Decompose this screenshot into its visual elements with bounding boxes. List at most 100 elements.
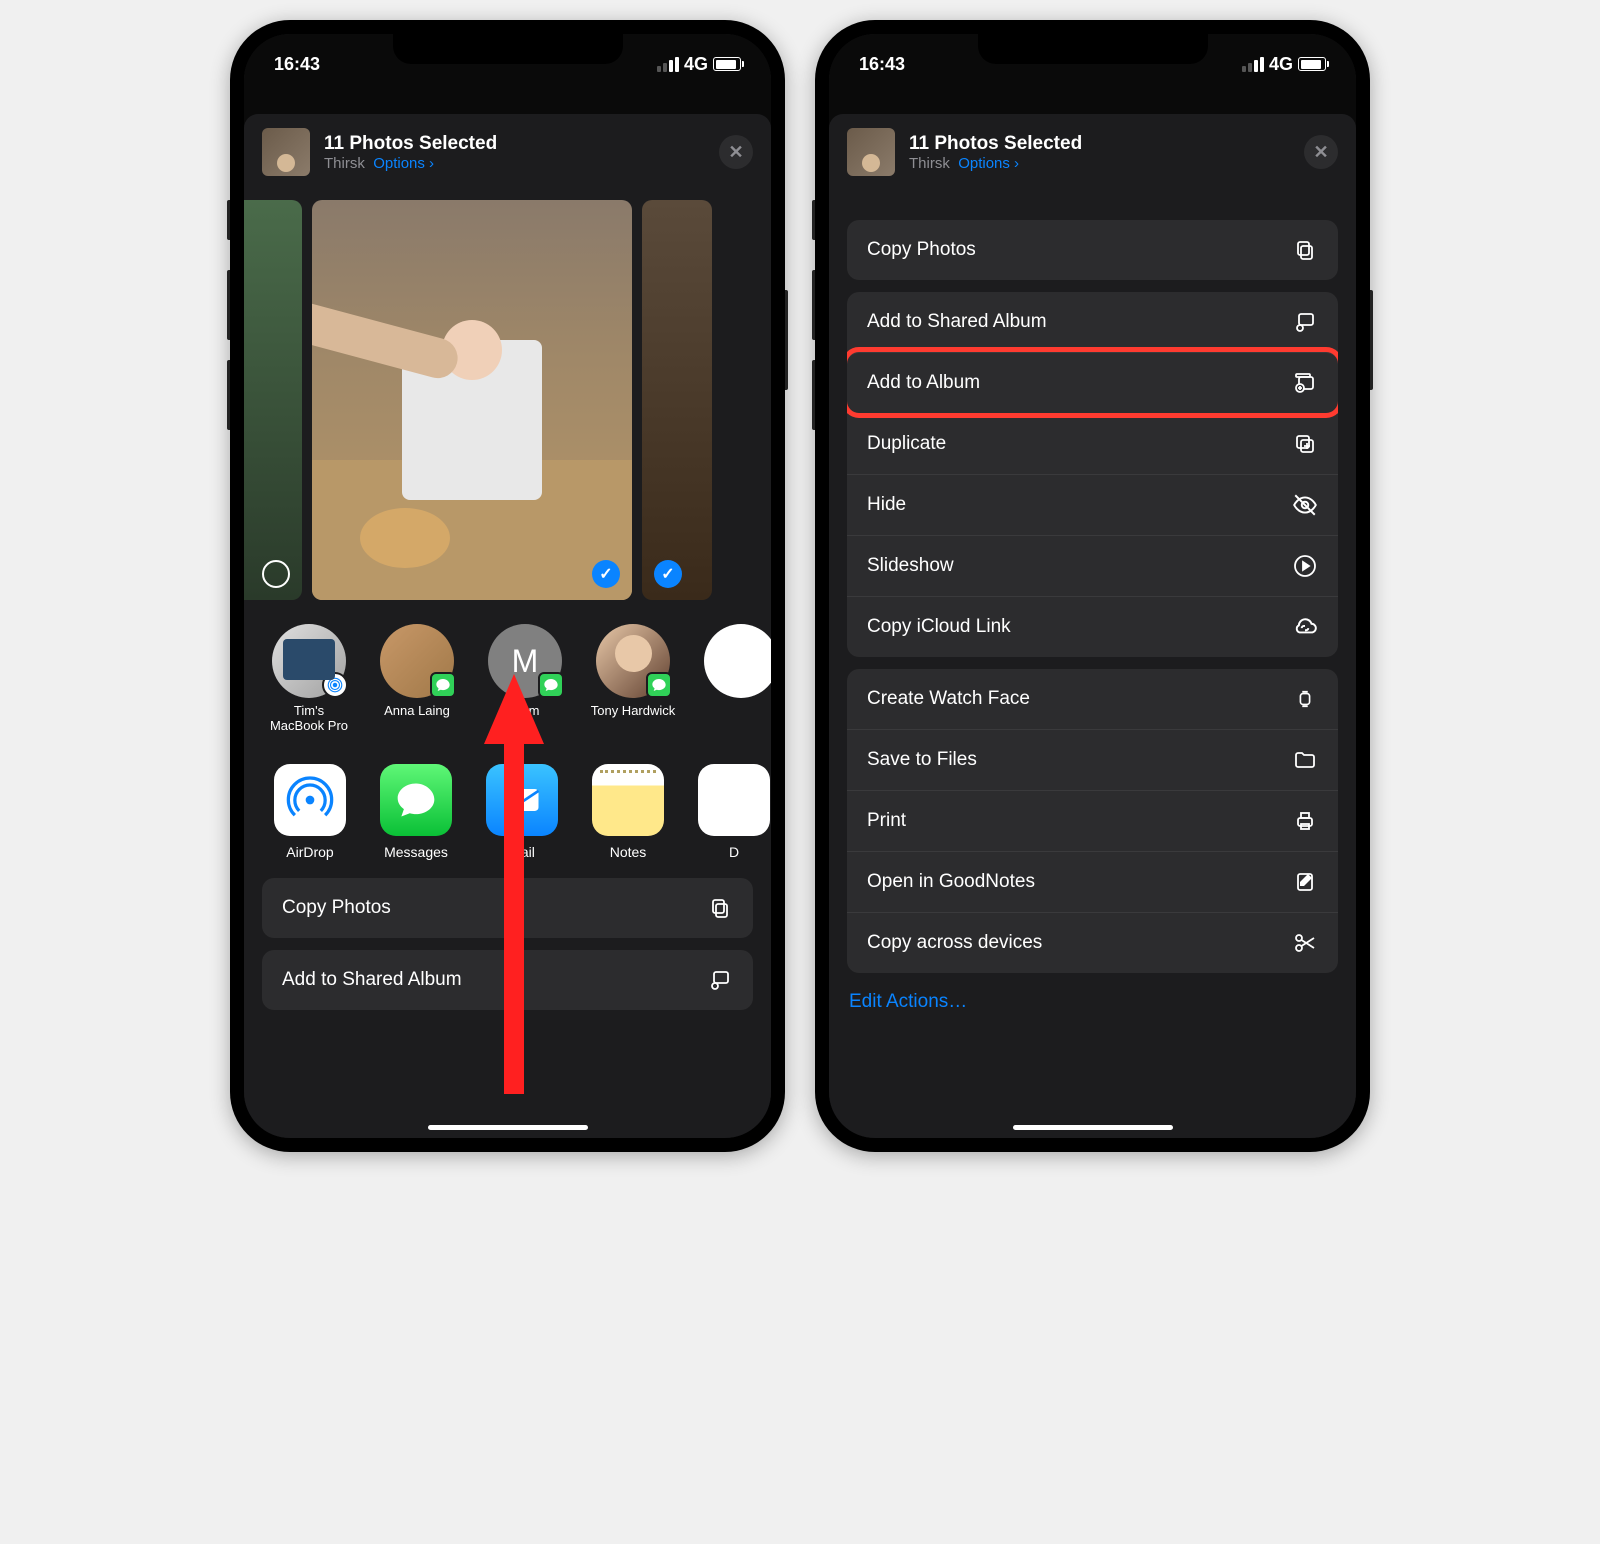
app-item-mail[interactable]: Mail bbox=[482, 764, 562, 860]
contact-item[interactable]: M Mum bbox=[482, 624, 568, 734]
folder-icon bbox=[1292, 747, 1318, 773]
action-print[interactable]: Print bbox=[847, 790, 1338, 851]
app-item-messages[interactable]: Messages bbox=[376, 764, 456, 860]
app-label: D bbox=[729, 844, 739, 860]
home-indicator[interactable] bbox=[1013, 1125, 1173, 1130]
avatar bbox=[704, 624, 771, 698]
avatar bbox=[380, 624, 454, 698]
action-add-to-album[interactable]: Add to Album bbox=[847, 352, 1338, 413]
close-button[interactable]: ✕ bbox=[1304, 135, 1338, 169]
phone-mockup-right: 16:43 4G 11 Photos Selected Thirsk Optio… bbox=[815, 20, 1370, 1152]
notes-icon bbox=[592, 764, 664, 836]
contact-item[interactable]: Tony Hardwick bbox=[590, 624, 676, 734]
header-title: 11 Photos Selected bbox=[324, 133, 705, 155]
airdrop-icon bbox=[274, 764, 346, 836]
action-label: Create Watch Face bbox=[867, 688, 1030, 710]
app-item-notes[interactable]: Notes bbox=[588, 764, 668, 860]
shared-album-icon bbox=[707, 967, 733, 993]
notch bbox=[393, 34, 623, 64]
notebook-icon bbox=[1292, 869, 1318, 895]
contact-item[interactable]: Anna Laing bbox=[374, 624, 460, 734]
status-time: 16:43 bbox=[859, 54, 905, 75]
action-open-goodnotes[interactable]: Open in GoodNotes bbox=[847, 851, 1338, 912]
notch bbox=[978, 34, 1208, 64]
scissors-icon bbox=[1292, 930, 1318, 956]
network-label: 4G bbox=[684, 54, 708, 75]
sheet-header: 11 Photos Selected Thirsk Options › ✕ bbox=[829, 114, 1356, 190]
messages-badge-icon bbox=[646, 672, 672, 698]
selection-indicator[interactable] bbox=[592, 560, 620, 588]
contact-label: Anna Laing bbox=[384, 704, 450, 719]
app-share-row[interactable]: AirDrop Messages Mail Notes bbox=[244, 744, 771, 868]
action-duplicate[interactable]: Duplicate bbox=[847, 413, 1338, 474]
app-icon bbox=[698, 764, 770, 836]
action-label: Hide bbox=[867, 494, 906, 516]
app-label: Mail bbox=[509, 844, 535, 860]
airdrop-contacts-row[interactable]: Tim's MacBook Pro Anna Laing M bbox=[244, 610, 771, 744]
contact-label: Tim's MacBook Pro bbox=[266, 704, 352, 734]
action-copy-photos[interactable]: Copy Photos bbox=[847, 220, 1338, 280]
battery-icon bbox=[713, 57, 741, 71]
action-label: Slideshow bbox=[867, 555, 954, 577]
home-indicator[interactable] bbox=[428, 1125, 588, 1130]
action-list[interactable]: Copy Photos Add to Shared Album bbox=[829, 190, 1356, 983]
share-sheet: 11 Photos Selected Thirsk Options › ✕ Co… bbox=[829, 114, 1356, 1138]
contact-label: Mum bbox=[511, 704, 540, 719]
photo-preview[interactable] bbox=[244, 200, 302, 600]
app-label: Messages bbox=[384, 844, 448, 860]
action-label: Copy Photos bbox=[867, 239, 976, 261]
duplicate-icon bbox=[1292, 431, 1318, 457]
contact-label: Tony Hardwick bbox=[591, 704, 676, 719]
link-cloud-icon bbox=[1292, 614, 1318, 640]
contact-item[interactable]: Tim's MacBook Pro bbox=[266, 624, 352, 734]
album-add-icon bbox=[1292, 370, 1318, 396]
contact-item[interactable] bbox=[698, 624, 771, 734]
messages-badge-icon bbox=[430, 672, 456, 698]
avatar bbox=[596, 624, 670, 698]
action-label: Add to Shared Album bbox=[867, 311, 1047, 333]
selection-indicator[interactable] bbox=[654, 560, 682, 588]
network-label: 4G bbox=[1269, 54, 1293, 75]
signal-icon bbox=[657, 57, 679, 72]
action-label: Add to Shared Album bbox=[282, 969, 462, 991]
photo-preview[interactable] bbox=[312, 200, 632, 600]
action-list[interactable]: Copy Photos Add to Shared Album bbox=[244, 868, 771, 1020]
action-add-shared-album[interactable]: Add to Shared Album bbox=[262, 950, 753, 1010]
action-copy-photos[interactable]: Copy Photos bbox=[262, 878, 753, 938]
mail-icon bbox=[486, 764, 558, 836]
action-copy-across-devices[interactable]: Copy across devices bbox=[847, 912, 1338, 973]
avatar: M bbox=[488, 624, 562, 698]
close-button[interactable]: ✕ bbox=[719, 135, 753, 169]
sheet-header: 11 Photos Selected Thirsk Options › ✕ bbox=[244, 114, 771, 190]
action-label: Add to Album bbox=[867, 372, 980, 394]
options-link[interactable]: Options › bbox=[958, 155, 1019, 172]
action-label: Open in GoodNotes bbox=[867, 871, 1035, 893]
status-time: 16:43 bbox=[274, 54, 320, 75]
action-label: Print bbox=[867, 810, 906, 832]
signal-icon bbox=[1242, 57, 1264, 72]
photo-preview[interactable] bbox=[642, 200, 712, 600]
action-create-watch-face[interactable]: Create Watch Face bbox=[847, 669, 1338, 729]
action-hide[interactable]: Hide bbox=[847, 474, 1338, 535]
play-circle-icon bbox=[1292, 553, 1318, 579]
selection-indicator[interactable] bbox=[262, 560, 290, 588]
share-sheet: 11 Photos Selected Thirsk Options › ✕ bbox=[244, 114, 771, 1138]
app-item-airdrop[interactable]: AirDrop bbox=[270, 764, 350, 860]
header-thumbnail bbox=[262, 128, 310, 176]
avatar bbox=[272, 624, 346, 698]
app-item[interactable]: D bbox=[694, 764, 771, 860]
action-save-to-files[interactable]: Save to Files bbox=[847, 729, 1338, 790]
header-thumbnail bbox=[847, 128, 895, 176]
action-add-shared-album[interactable]: Add to Shared Album bbox=[847, 292, 1338, 352]
printer-icon bbox=[1292, 808, 1318, 834]
edit-actions-link[interactable]: Edit Actions… bbox=[829, 983, 1356, 1021]
watch-icon bbox=[1292, 686, 1318, 712]
action-label: Copy Photos bbox=[282, 897, 391, 919]
eye-slash-icon bbox=[1292, 492, 1318, 518]
photo-preview-strip[interactable] bbox=[244, 190, 771, 610]
app-label: Notes bbox=[610, 844, 647, 860]
options-link[interactable]: Options › bbox=[373, 155, 434, 172]
airdrop-badge-icon bbox=[322, 672, 348, 698]
action-copy-icloud-link[interactable]: Copy iCloud Link bbox=[847, 596, 1338, 657]
action-slideshow[interactable]: Slideshow bbox=[847, 535, 1338, 596]
